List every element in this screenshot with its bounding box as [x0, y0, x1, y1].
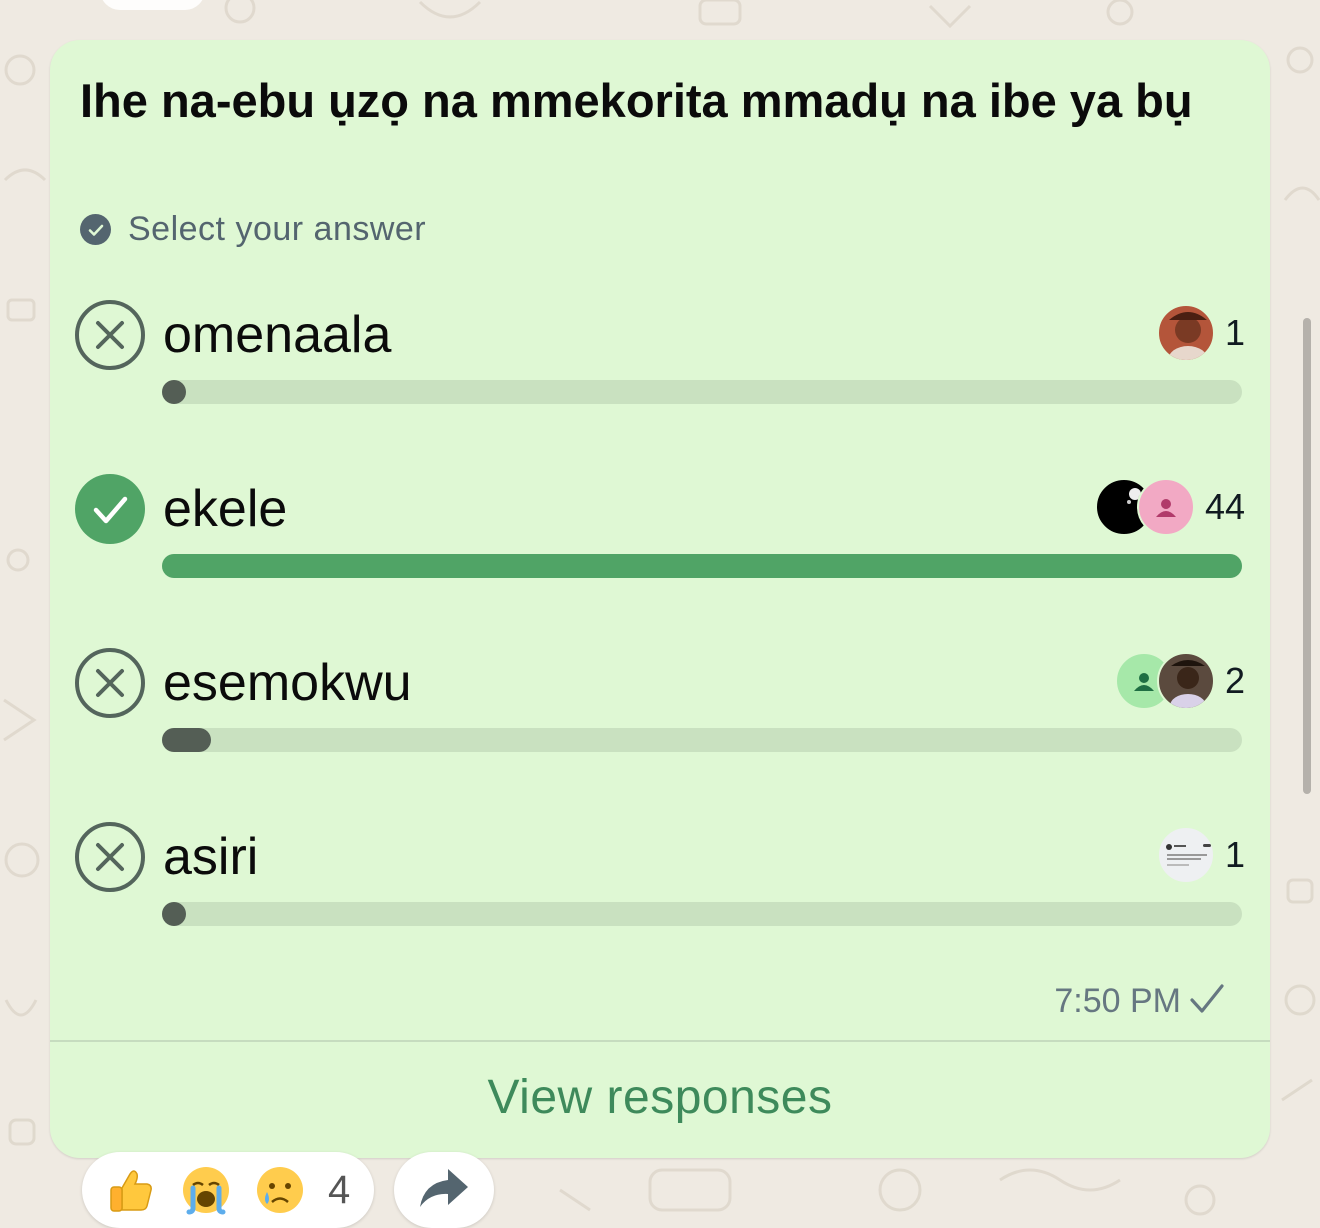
message-time: 7:50 PM [1054, 982, 1181, 1020]
x-circle-icon [75, 648, 145, 718]
vote-count: 2 [1224, 660, 1245, 701]
reactions-pill[interactable]: 4 [82, 1152, 374, 1228]
sent-check-icon [1189, 983, 1225, 1020]
option-label: ekele [163, 480, 288, 538]
scrollbar[interactable] [1303, 318, 1311, 794]
poll-option[interactable]: omenaala 1 [75, 300, 1245, 440]
voter-avatars[interactable]: 1 [1156, 302, 1245, 364]
check-circle-icon [80, 214, 111, 245]
result-bar-track [162, 380, 1242, 404]
avatar [1156, 652, 1215, 710]
thumbs-up-emoji [106, 1164, 158, 1216]
poll-option[interactable]: esemokwu 2 [75, 648, 1245, 788]
result-bar-track [162, 902, 1242, 926]
poll-message-bubble: Ihe na-ebu ụzọ na mmekorita mmadụ na ibe… [50, 40, 1270, 1158]
default-avatar-icon [1136, 478, 1195, 536]
poll-question: Ihe na-ebu ụzọ na mmekorita mmadụ na ibe… [80, 74, 1193, 127]
x-circle-icon [75, 822, 145, 892]
result-bar-track [162, 554, 1242, 578]
poll-hint: Select your answer [80, 210, 426, 249]
option-label: omenaala [163, 306, 392, 364]
forward-button[interactable] [394, 1152, 494, 1228]
vote-count: 1 [1224, 834, 1245, 875]
x-circle-icon [75, 300, 145, 370]
result-bar-fill [162, 902, 186, 926]
previous-message-stub [100, 0, 205, 10]
message-meta: 7:50 PM [1054, 982, 1225, 1021]
forward-arrow-icon [416, 1165, 472, 1216]
option-label: asiri [163, 828, 259, 886]
hint-text: Select your answer [128, 210, 427, 248]
result-bar-fill [162, 380, 186, 404]
voter-avatars[interactable]: 1 [1156, 824, 1245, 886]
result-bar-track [162, 728, 1242, 752]
poll-option[interactable]: ekele 44 [75, 474, 1245, 614]
reaction-count: 4 [328, 1167, 351, 1212]
divider [50, 1040, 1270, 1042]
voter-avatars[interactable]: 44 [1094, 476, 1245, 538]
vote-count: 1 [1224, 312, 1245, 353]
vote-count: 44 [1204, 486, 1245, 527]
loudly-crying-emoji [180, 1164, 232, 1216]
result-bar-fill [162, 554, 1242, 578]
result-bar-fill [162, 728, 211, 752]
option-label: esemokwu [163, 654, 412, 712]
voter-avatars[interactable]: 2 [1114, 650, 1245, 712]
poll-option[interactable]: asiri 1 [75, 822, 1245, 962]
crying-emoji [254, 1164, 306, 1216]
avatar [1156, 826, 1215, 884]
check-circle-icon [75, 474, 145, 544]
avatar [1156, 304, 1215, 362]
view-responses-button[interactable]: View responses [50, 1070, 1270, 1125]
